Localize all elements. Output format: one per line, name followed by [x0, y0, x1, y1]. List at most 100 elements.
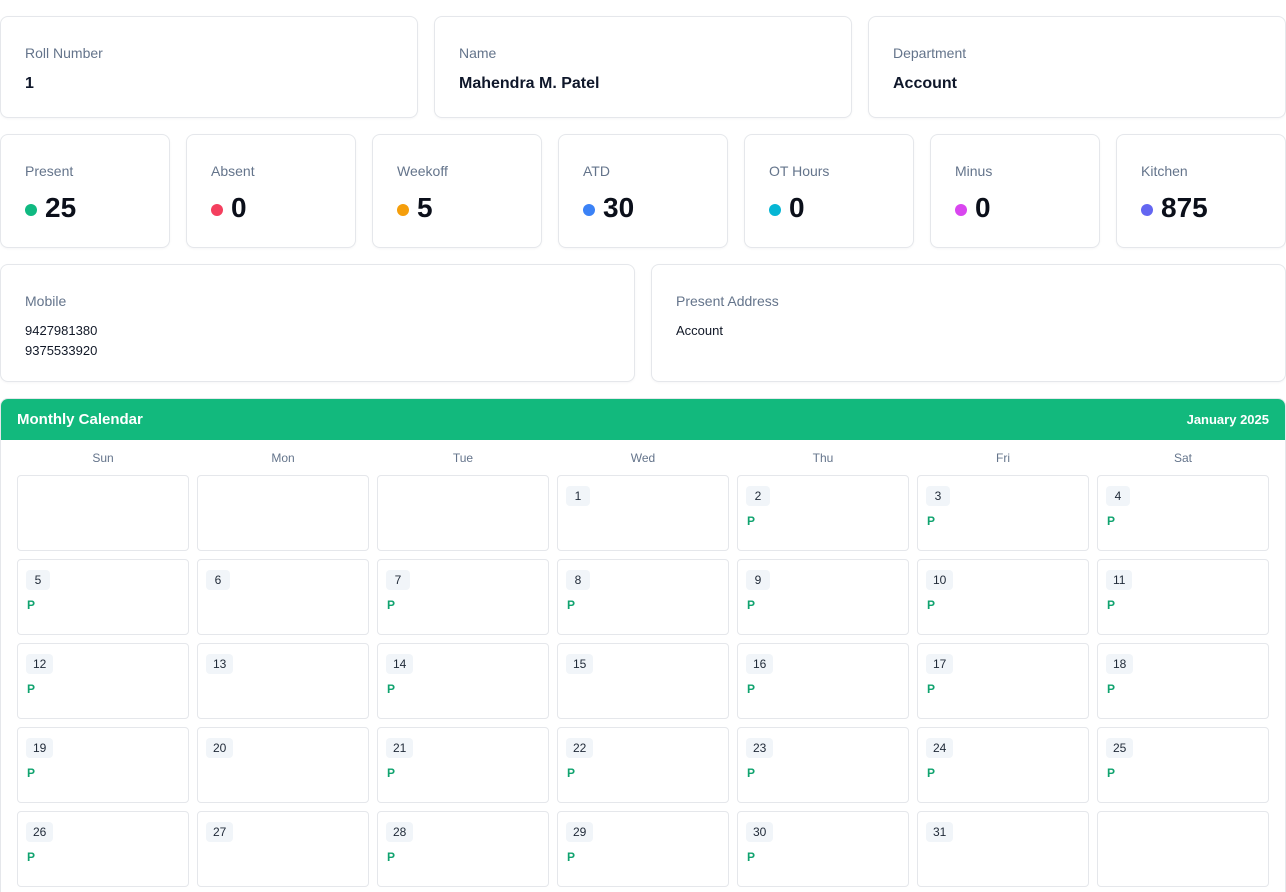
stat-atd-value: 30 [603, 192, 635, 223]
stat-absent-value: 0 [231, 192, 247, 223]
calendar-month: January 2025 [1186, 412, 1269, 427]
stat-weekoff-card: Weekoff 5 [372, 134, 542, 248]
day-number: 10 [926, 570, 954, 590]
attendance-status: P [567, 766, 576, 780]
calendar-day-cell[interactable]: 23 P [737, 727, 909, 803]
weekday-fri: Fri [996, 451, 1010, 465]
day-number: 25 [1106, 738, 1134, 758]
attendance-status: P [747, 514, 756, 528]
attendance-status: P [747, 598, 756, 612]
calendar-day-cell[interactable]: 9P [737, 559, 909, 635]
calendar-day-cell[interactable]: 18 P [1097, 643, 1269, 719]
day-number: 28 [386, 822, 414, 842]
address-value: Account [676, 323, 723, 338]
calendar-day-cell[interactable]: 22 P [557, 727, 729, 803]
roll-number-card: Roll Number 1 [0, 16, 418, 118]
name-value: Mahendra M. Patel [459, 75, 600, 92]
calendar-day-cell[interactable]: 10 P [917, 559, 1089, 635]
day-number: 14 [386, 654, 414, 674]
calendar-day-cell[interactable]: 3P [917, 475, 1089, 551]
calendar-day-cell[interactable]: 25 P [1097, 727, 1269, 803]
day-number: 30 [746, 822, 774, 842]
attendance-status: P [747, 766, 756, 780]
department-card: Department Account [868, 16, 1286, 118]
stat-kitchen-card: Kitchen 875 [1116, 134, 1286, 248]
calendar-day-cell[interactable]: 20 [197, 727, 369, 803]
day-number: 26 [26, 822, 54, 842]
calendar-day-cell [197, 475, 369, 551]
roll-number-value: 1 [25, 75, 34, 92]
attendance-status: P [387, 598, 396, 612]
calendar-day-cell[interactable]: 6 [197, 559, 369, 635]
attendance-status: P [567, 598, 576, 612]
stat-kitchen-label: Kitchen [1141, 163, 1188, 179]
kitchen-dot-icon [1141, 203, 1153, 216]
calendar-title: Monthly Calendar [17, 411, 143, 428]
day-number: 2 [746, 486, 770, 506]
weekday-wed: Wed [630, 451, 656, 465]
attendance-status: P [747, 850, 756, 864]
day-number: 19 [26, 738, 54, 758]
day-number: 9 [746, 570, 770, 590]
calendar-day-cell[interactable]: 5P [17, 559, 189, 635]
name-label: Name [459, 45, 497, 61]
calendar-day-cell[interactable]: 24 P [917, 727, 1089, 803]
weekday-sun: Sun [92, 451, 114, 465]
calendar-day-cell [377, 475, 549, 551]
mobile-number-primary: 9427981380 [25, 323, 98, 338]
calendar-day-cell[interactable]: 14 P [377, 643, 549, 719]
absent-dot-icon [211, 203, 223, 216]
calendar-day-cell[interactable]: 16 P [737, 643, 909, 719]
calendar-day-cell[interactable]: 2P [737, 475, 909, 551]
minus-dot-icon [955, 203, 967, 216]
stat-ot-hours-label: OT Hours [769, 163, 830, 179]
attendance-status: P [387, 682, 396, 696]
name-card: Name Mahendra M. Patel [434, 16, 852, 118]
stat-weekoff-label: Weekoff [397, 163, 448, 179]
calendar-day-cell[interactable]: 4P [1097, 475, 1269, 551]
day-number: 5 [26, 570, 50, 590]
calendar-day-cell[interactable]: 12 P [17, 643, 189, 719]
calendar-day-cell[interactable]: 13 [197, 643, 369, 719]
calendar-day-cell[interactable]: 1 [557, 475, 729, 551]
stat-present-label: Present [25, 163, 74, 179]
attendance-status: P [927, 514, 936, 528]
calendar-day-cell[interactable]: 19 P [17, 727, 189, 803]
calendar-day-cell[interactable]: 29 P [557, 811, 729, 887]
calendar-day-cell[interactable]: 28 P [377, 811, 549, 887]
roll-number-label: Roll Number [25, 45, 103, 61]
day-number: 31 [926, 822, 954, 842]
calendar-day-cell[interactable]: 11 P [1097, 559, 1269, 635]
weekoff-dot-icon [397, 203, 409, 216]
stat-kitchen-value: 875 [1161, 192, 1208, 223]
atd-dot-icon [583, 203, 595, 216]
stat-weekoff-value: 5 [417, 192, 433, 223]
day-number: 22 [566, 738, 594, 758]
attendance-status: P [1107, 766, 1116, 780]
address-card: Present Address Account [651, 264, 1286, 382]
day-number: 11 [1106, 570, 1133, 590]
day-number: 17 [926, 654, 954, 674]
calendar-day-cell[interactable]: 26 P [17, 811, 189, 887]
department-label: Department [893, 45, 967, 61]
calendar-day-cell[interactable]: 17 P [917, 643, 1089, 719]
attendance-status: P [27, 766, 36, 780]
calendar-day-cell[interactable]: 30 P [737, 811, 909, 887]
calendar-day-cell[interactable]: 31 [917, 811, 1089, 887]
attendance-status: P [387, 766, 396, 780]
department-value: Account [893, 75, 957, 92]
calendar-day-cell[interactable]: 27 [197, 811, 369, 887]
calendar-day-cell[interactable]: 15 [557, 643, 729, 719]
attendance-status: P [27, 682, 36, 696]
stat-minus-label: Minus [955, 163, 993, 179]
calendar-day-cell[interactable]: 21 P [377, 727, 549, 803]
day-number: 24 [926, 738, 954, 758]
attendance-status: P [1107, 598, 1116, 612]
day-number: 23 [746, 738, 774, 758]
ot-hours-dot-icon [769, 203, 781, 216]
calendar-day-cell[interactable]: 7P [377, 559, 549, 635]
stat-atd-label: ATD [583, 163, 610, 179]
day-number: 27 [206, 822, 234, 842]
calendar-day-cell[interactable]: 8P [557, 559, 729, 635]
mobile-label: Mobile [25, 293, 67, 309]
